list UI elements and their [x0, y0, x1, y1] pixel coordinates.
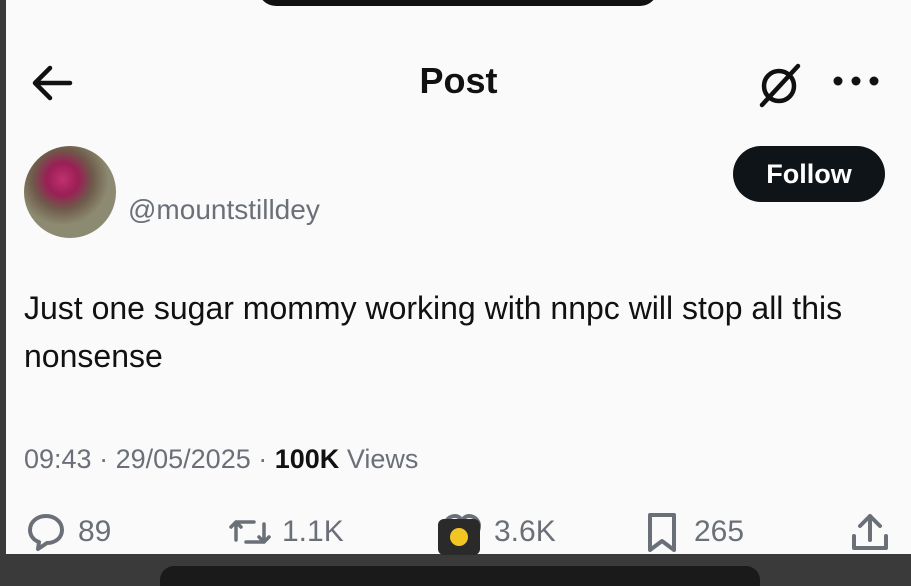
grok-icon[interactable] — [754, 60, 804, 110]
post-time: 09:43 — [24, 444, 92, 474]
meta-separator: · — [258, 444, 275, 474]
reply-icon — [28, 514, 64, 551]
like-count: 3.6K — [494, 515, 556, 548]
bookmark-icon — [648, 513, 676, 552]
emoji-reaction-overlay — [438, 519, 480, 555]
views-label: Views — [346, 444, 419, 474]
follow-button[interactable]: Follow — [733, 146, 885, 202]
camera-notch — [258, 0, 658, 6]
post-text: Just one sugar mommy working with nnpc w… — [24, 290, 843, 374]
emoji-face-icon — [450, 528, 468, 546]
bookmark-count: 265 — [694, 515, 745, 548]
user-handle[interactable]: @mountstilldey — [128, 194, 320, 226]
post-date: 29/05/2025 — [115, 444, 251, 474]
avatar[interactable] — [24, 146, 116, 238]
reply-button[interactable]: 89 — [24, 510, 111, 554]
views-count: 100K — [274, 444, 340, 474]
bookmark-button[interactable]: 265 — [640, 510, 744, 554]
repost-button[interactable]: 1.1K — [228, 510, 344, 554]
repost-count: 1.1K — [282, 515, 344, 548]
bottom-bar — [160, 566, 760, 586]
more-icon[interactable] — [828, 68, 884, 94]
reply-count: 89 — [78, 515, 112, 548]
post-meta: 09:43 · 29/05/2025 · 100K Views — [24, 444, 418, 475]
repost-icon — [229, 520, 271, 544]
post-screen: Post @mountstilldey Follow Just one suga… — [6, 0, 911, 554]
meta-separator: · — [99, 444, 116, 474]
share-button[interactable] — [848, 510, 892, 554]
share-icon — [852, 514, 888, 550]
